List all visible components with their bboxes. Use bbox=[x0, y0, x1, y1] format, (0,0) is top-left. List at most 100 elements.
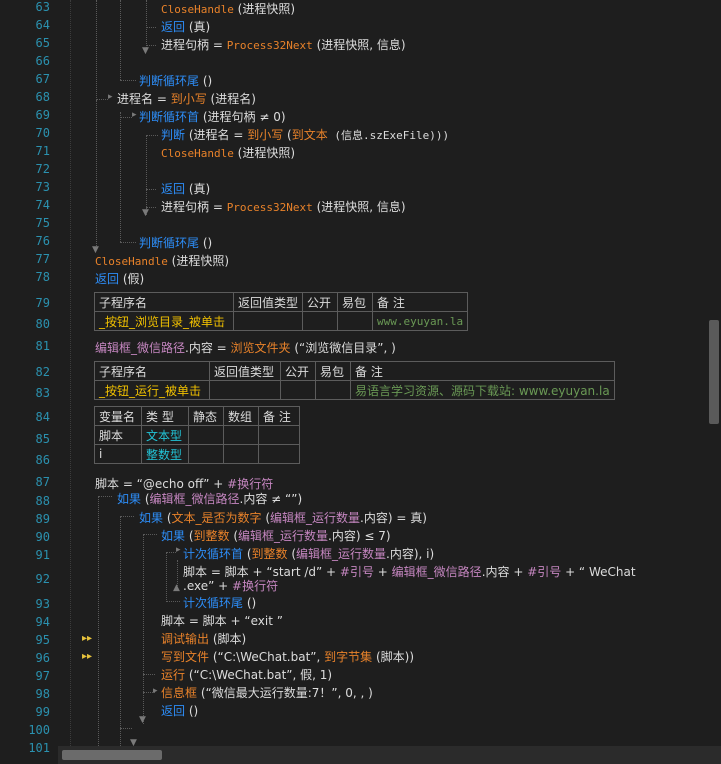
line-number: 67 bbox=[35, 72, 50, 86]
return-type-cell[interactable] bbox=[209, 380, 281, 400]
line-number: 76 bbox=[35, 234, 50, 248]
column-header: 返回值类型 bbox=[232, 292, 304, 312]
flow-guide-line bbox=[146, 189, 156, 190]
code-line-91[interactable]: 计次循环首 (到整数 (编辑框_运行数量.内容), i) bbox=[183, 545, 434, 562]
code-line-64[interactable]: 返回 (真) bbox=[161, 18, 210, 35]
epackage-cell[interactable] bbox=[315, 380, 351, 400]
breakpoint-marker-icon[interactable]: ▸▸ bbox=[82, 651, 92, 662]
code-line-90[interactable]: 如果 (到整数 (编辑框_运行数量.内容) ≤ 7) bbox=[161, 527, 391, 544]
flow-guide-line bbox=[120, 728, 132, 729]
code-line-88[interactable]: 如果 (编辑框_微信路径.内容 ≠ “”) bbox=[117, 490, 302, 507]
flow-guide-line bbox=[120, 242, 136, 243]
remark-cell[interactable] bbox=[258, 425, 300, 445]
table-row: 脚本 文本型 bbox=[94, 425, 300, 445]
code-line-68[interactable]: 进程名 = 到小写 (进程名) bbox=[117, 90, 256, 107]
breakpoint-marker-icon[interactable]: ▸▸ bbox=[82, 633, 92, 644]
subroutine-table-browse: 子程序名 返回值类型 公开 易包 备 注 _按钮_浏览目录_被单击 www.ey… bbox=[94, 292, 469, 331]
code-line-74[interactable]: 进程句柄 = Process32Next (进程快照, 信息) bbox=[161, 198, 406, 215]
flow-arrow-icon: ▸ bbox=[153, 686, 158, 696]
column-header: 数组 bbox=[223, 406, 259, 426]
code-line-70[interactable]: 判断 (进程名 = 到小写 (到文本 (信息.szExeFile))) bbox=[161, 126, 449, 143]
line-number: 85 bbox=[35, 432, 50, 446]
code-line-92-continued[interactable]: .exe” + #换行符 bbox=[183, 577, 278, 594]
vertical-scrollbar[interactable] bbox=[705, 0, 721, 746]
code-line-98[interactable]: 信息框 (“微信最大运行数量:7！”, 0, , ) bbox=[161, 684, 373, 701]
flow-guide-line bbox=[120, 0, 121, 80]
variable-name[interactable]: i bbox=[94, 444, 142, 464]
flow-guide-line bbox=[120, 80, 136, 81]
variable-type[interactable]: 整数型 bbox=[141, 444, 189, 464]
code-line-78[interactable]: 返回 (假) bbox=[95, 270, 144, 287]
code-line-89[interactable]: 如果 (文本_是否为数字 (编辑框_运行数量.内容) = 真) bbox=[139, 509, 427, 526]
code-line-81[interactable]: 编辑框_微信路径.内容 = 浏览文件夹 (“浏览微信目录”, ) bbox=[95, 339, 396, 356]
flow-guide-line bbox=[143, 534, 157, 535]
epackage-cell[interactable] bbox=[337, 311, 374, 331]
flow-guide-line bbox=[166, 552, 167, 602]
variable-name[interactable]: 脚本 bbox=[94, 425, 142, 445]
subroutine-name[interactable]: _按钮_运行_被单击 bbox=[94, 380, 210, 400]
code-line-95[interactable]: 调试输出 (脚本) bbox=[161, 630, 246, 647]
variable-type[interactable]: 文本型 bbox=[141, 425, 189, 445]
line-number: 81 bbox=[35, 339, 50, 353]
line-number: 71 bbox=[35, 144, 50, 158]
vertical-scroll-thumb[interactable] bbox=[709, 320, 719, 424]
line-number: 63 bbox=[35, 0, 50, 14]
flow-arrow-icon: ▲ bbox=[173, 583, 180, 593]
line-number: 100 bbox=[28, 723, 50, 737]
remark-cell[interactable] bbox=[258, 444, 300, 464]
column-header: 易包 bbox=[315, 361, 351, 381]
column-header: 备 注 bbox=[372, 292, 469, 312]
horizontal-scrollbar[interactable] bbox=[58, 746, 721, 764]
code-line-67[interactable]: 判断循环尾 () bbox=[139, 72, 212, 89]
line-number: 68 bbox=[35, 90, 50, 104]
return-type-cell[interactable] bbox=[232, 311, 304, 331]
horizontal-scroll-thumb[interactable] bbox=[62, 750, 162, 760]
line-number: 89 bbox=[35, 512, 50, 526]
flow-guide-line bbox=[146, 135, 147, 215]
line-number: 83 bbox=[35, 386, 50, 400]
code-line-96[interactable]: 写到文件 (“C:\WeChat.bat”, 到字节集 (脚本)) bbox=[161, 648, 414, 665]
column-header: 子程序名 bbox=[94, 361, 210, 381]
column-header: 返回值类型 bbox=[209, 361, 281, 381]
code-line-65[interactable]: 进程句柄 = Process32Next (进程快照, 信息) bbox=[161, 36, 406, 53]
code-line-76[interactable]: 判断循环尾 () bbox=[139, 234, 212, 251]
array-cell[interactable] bbox=[223, 444, 259, 464]
flow-guide-line bbox=[96, 99, 108, 100]
subroutine-name[interactable]: _按钮_浏览目录_被单击 bbox=[94, 311, 234, 331]
flow-guide-line bbox=[120, 516, 121, 746]
code-line-69[interactable]: 判断循环首 (进程句柄 ≠ 0) bbox=[139, 108, 286, 125]
code-line-63[interactable]: CloseHandle (进程快照) bbox=[161, 0, 295, 17]
line-number: 91 bbox=[35, 548, 50, 562]
static-cell[interactable] bbox=[188, 444, 224, 464]
remark-cell[interactable]: www.eyuyan.la bbox=[372, 311, 469, 331]
line-number: 99 bbox=[35, 705, 50, 719]
code-line-73[interactable]: 返回 (真) bbox=[161, 180, 210, 197]
line-number: 87 bbox=[35, 475, 50, 489]
flow-guide-line bbox=[96, 0, 97, 100]
code-line-77[interactable]: CloseHandle (进程快照) bbox=[95, 252, 229, 269]
flow-arrow-icon: ▸ bbox=[108, 92, 113, 102]
line-number: 97 bbox=[35, 669, 50, 683]
flow-guide-line bbox=[98, 496, 112, 497]
line-number: 72 bbox=[35, 162, 50, 176]
public-cell[interactable] bbox=[302, 311, 339, 331]
code-line-93[interactable]: 计次循环尾 () bbox=[183, 594, 256, 611]
array-cell[interactable] bbox=[223, 425, 259, 445]
public-cell[interactable] bbox=[280, 380, 316, 400]
flow-guide-line bbox=[96, 100, 97, 250]
line-number: 75 bbox=[35, 216, 50, 230]
column-header: 公开 bbox=[280, 361, 316, 381]
code-line-94[interactable]: 脚本 = 脚本 + “exit ” bbox=[161, 612, 283, 629]
flow-guide-line bbox=[143, 674, 155, 675]
remark-cell[interactable]: 易语言学习资源、源码下载站: www.eyuyan.la bbox=[350, 380, 615, 400]
code-line-99[interactable]: 返回 () bbox=[161, 702, 198, 719]
table-row: i 整数型 bbox=[94, 444, 300, 464]
line-number: 64 bbox=[35, 18, 50, 32]
column-header: 公开 bbox=[302, 292, 339, 312]
code-line-97[interactable]: 运行 (“C:\WeChat.bat”, 假, 1) bbox=[161, 666, 332, 683]
code-line-71[interactable]: CloseHandle (进程快照) bbox=[161, 144, 295, 161]
line-number: 69 bbox=[35, 108, 50, 122]
flow-arrow-icon: ▼ bbox=[142, 208, 149, 218]
static-cell[interactable] bbox=[188, 425, 224, 445]
line-number: 70 bbox=[35, 126, 50, 140]
